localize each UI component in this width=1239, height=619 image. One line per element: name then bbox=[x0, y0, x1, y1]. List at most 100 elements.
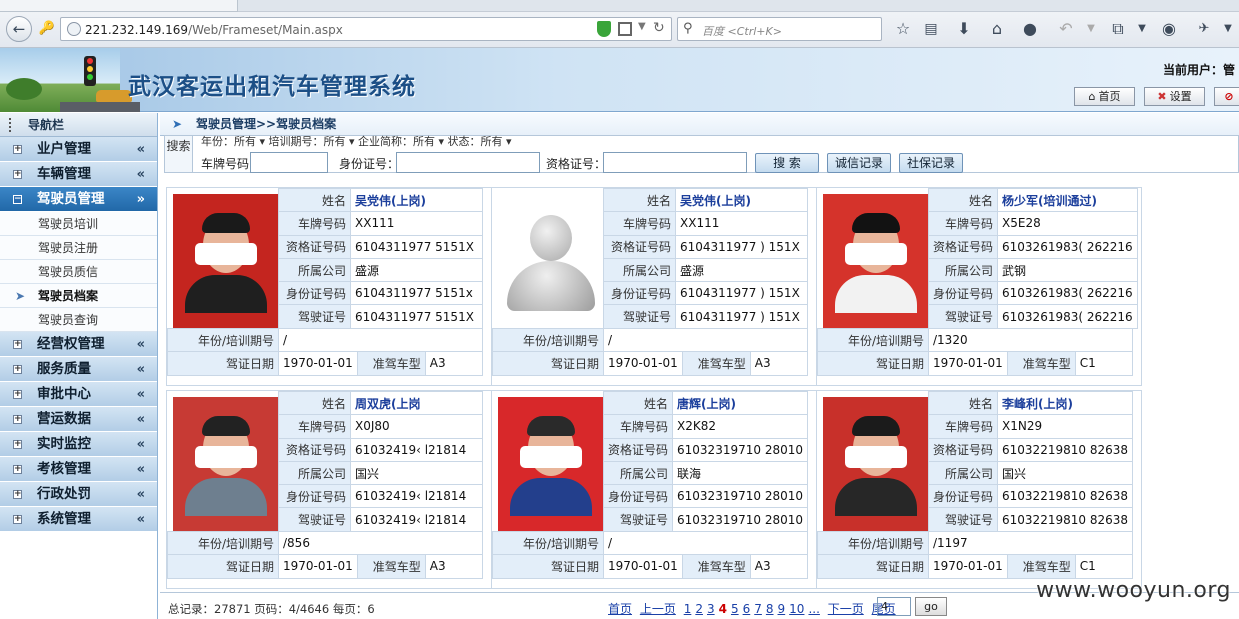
home-button-label: 首页 bbox=[1098, 90, 1121, 103]
page-link[interactable]: 7 bbox=[754, 602, 762, 616]
qr-icon[interactable] bbox=[618, 22, 632, 36]
reading-list-icon[interactable]: ▤ bbox=[920, 18, 942, 40]
next-page-link[interactable]: 下一页 bbox=[828, 602, 864, 616]
menu-driver-management[interactable]: − 驾驶员管理 » bbox=[0, 187, 157, 212]
crop-icon[interactable]: ⧉ bbox=[1107, 18, 1129, 40]
menu-operation-data[interactable]: + 营运数据 « bbox=[0, 407, 157, 432]
driver-extra-table: 年份/培训期号 / 驾证日期 1970-01-01 准驾车型 A3 bbox=[492, 327, 809, 376]
page-link[interactable]: 9 bbox=[778, 602, 786, 616]
chat-icon[interactable]: ● bbox=[1019, 18, 1041, 40]
driver-info-table: 姓名 唐辉(上岗) 车牌号码 X2K82 资格证号码 61032319710 28010 所… bbox=[602, 390, 808, 532]
chevron-left-icon: « bbox=[136, 167, 145, 182]
menu-realtime-monitoring[interactable]: + 实时监控 « bbox=[0, 432, 157, 457]
page-link[interactable]: 6 bbox=[743, 602, 751, 616]
url-text: 221.232.149.169/Web/Frameset/Main.aspx bbox=[85, 23, 343, 37]
page-link[interactable]: 5 bbox=[731, 602, 739, 616]
arrow-right-icon: ➤ bbox=[172, 117, 183, 131]
field-label: 所属公司 bbox=[602, 460, 674, 486]
undo-icon[interactable]: ↶ bbox=[1055, 18, 1077, 40]
home-button[interactable]: ⌂ 首页 bbox=[1074, 87, 1135, 106]
menu-approval-center[interactable]: + 审批中心 « bbox=[0, 382, 157, 407]
page-link[interactable]: 1 bbox=[684, 602, 692, 616]
social-insurance-button[interactable]: 社保记录 bbox=[899, 153, 963, 173]
settings-button[interactable]: ✖ 设置 bbox=[1144, 87, 1205, 106]
menu-owner-management[interactable]: + 业户管理 « bbox=[0, 137, 157, 162]
extension-dropdown-icon[interactable]: ▼ bbox=[1217, 18, 1239, 40]
field-value-license: 6104311977 5151X bbox=[350, 304, 483, 329]
logout-button[interactable]: ⊘ bbox=[1214, 87, 1239, 106]
submenu-driver-query[interactable]: 驾驶员查询 bbox=[0, 308, 157, 332]
search-button[interactable]: 搜 索 bbox=[755, 153, 819, 173]
address-bar[interactable]: 221.232.149.169/Web/Frameset/Main.aspx ▼… bbox=[60, 17, 672, 41]
undo-dropdown-icon[interactable]: ▼ bbox=[1080, 18, 1102, 40]
first-page-link[interactable]: 首页 bbox=[608, 602, 632, 616]
extension-icon[interactable]: ✈ bbox=[1193, 18, 1215, 40]
menu-franchise-management[interactable]: + 经营权管理 « bbox=[0, 332, 157, 357]
field-value-id: 61032219810 82638 bbox=[997, 484, 1133, 509]
credit-record-button[interactable]: 诚信记录 bbox=[827, 153, 891, 173]
id-input[interactable] bbox=[396, 152, 540, 173]
browser-tab[interactable] bbox=[0, 0, 238, 12]
field-value-license: 6103261983( 262216 bbox=[997, 304, 1138, 329]
field-value-vehicle-type: A3 bbox=[424, 554, 484, 579]
filter-row-clipped[interactable]: 年份：所有 ▾ 培训期号：所有 ▾ 企业简称：所有 ▾ 状态：所有 ▾ bbox=[201, 133, 512, 149]
field-label: 年份/培训期号 bbox=[167, 530, 279, 556]
field-label: 资格证号码 bbox=[603, 234, 676, 259]
field-value-year: / bbox=[603, 530, 808, 556]
field-label: 驾证日期 bbox=[817, 351, 929, 376]
cert-input[interactable] bbox=[603, 152, 747, 173]
page-jump-input[interactable]: 4 bbox=[877, 597, 911, 616]
submenu-driver-credit[interactable]: 驾驶员质信 bbox=[0, 260, 157, 284]
menu-vehicle-management[interactable]: + 车辆管理 « bbox=[0, 162, 157, 187]
submenu-driver-training[interactable]: 驾驶员培训 bbox=[0, 212, 157, 236]
key-icon[interactable]: 🔑 bbox=[36, 18, 58, 40]
breadcrumb-text: 驾驶员管理>>驾驶员档案 bbox=[196, 117, 337, 131]
home-browser-icon[interactable]: ⌂ bbox=[986, 18, 1008, 40]
field-label: 驾证日期 bbox=[167, 351, 279, 376]
menu-assessment-management[interactable]: + 考核管理 « bbox=[0, 457, 157, 482]
arrow-right-icon: ➤ bbox=[15, 289, 26, 303]
menu-system-management[interactable]: + 系统管理 « bbox=[0, 507, 157, 532]
refresh-icon[interactable]: ↻ bbox=[653, 20, 665, 36]
url-path: /Web/Frameset/Main.aspx bbox=[188, 23, 343, 37]
plate-input[interactable] bbox=[250, 152, 328, 173]
menu-administrative-penalty[interactable]: + 行政处罚 « bbox=[0, 482, 157, 507]
page-link[interactable]: 10 bbox=[789, 602, 804, 616]
comment-icon[interactable]: ◉ bbox=[1158, 18, 1180, 40]
page-link[interactable]: 2 bbox=[695, 602, 703, 616]
bookmark-star-icon[interactable]: ☆ bbox=[892, 18, 914, 40]
submenu-driver-registration[interactable]: 驾驶员注册 bbox=[0, 236, 157, 260]
field-value-name: 吴党伟(上岗) bbox=[350, 187, 483, 213]
field-value-license: 61032419‹ l21814 bbox=[350, 507, 483, 532]
field-value-plate: XX111 bbox=[350, 211, 483, 236]
menu-label: 经营权管理 bbox=[37, 336, 105, 352]
watermark: www.wooyun.org bbox=[1036, 578, 1231, 603]
driver-info-table: 姓名 吴党伟(上岗) 车牌号码 XX111 资格证号码 6104311977 ) 151X… bbox=[603, 187, 808, 329]
field-value-id: 6103261983( 262216 bbox=[997, 281, 1138, 306]
search-placeholder: 百度 <Ctrl+K> bbox=[702, 25, 782, 38]
page-link[interactable]: ... bbox=[808, 602, 819, 616]
crop-dropdown-icon[interactable]: ▼ bbox=[1131, 18, 1153, 40]
dropdown-arrow-icon[interactable]: ▼ bbox=[638, 21, 646, 32]
driver-card: 姓名 唐辉(上岗) 车牌号码 X2K82 资格证号码 61032319710 28010 所… bbox=[491, 390, 817, 589]
field-value-company: 国兴 bbox=[997, 460, 1133, 486]
page-link[interactable]: 4 bbox=[719, 602, 727, 616]
menu-service-quality[interactable]: + 服务质量 « bbox=[0, 357, 157, 382]
menu-label: 车辆管理 bbox=[37, 166, 91, 182]
field-label: 准驾车型 bbox=[1006, 351, 1076, 376]
sidebar-header: 导航栏 bbox=[0, 113, 157, 137]
field-value-cert: 61032419‹ l21814 bbox=[350, 437, 483, 462]
browser-search-input[interactable]: ⚲ 百度 <Ctrl+K> bbox=[677, 17, 882, 41]
download-icon[interactable]: ⬇ bbox=[953, 18, 975, 40]
expand-icon: + bbox=[13, 489, 22, 499]
page-link[interactable]: 8 bbox=[766, 602, 774, 616]
prev-page-link[interactable]: 上一页 bbox=[640, 602, 676, 616]
shield-icon[interactable] bbox=[597, 21, 611, 37]
submenu-driver-archive[interactable]: ➤ 驾驶员档案 bbox=[0, 284, 157, 308]
driver-card: 姓名 吴党伟(上岗) 车牌号码 XX111 资格证号码 6104311977 5151X 所… bbox=[166, 187, 492, 386]
face-redaction bbox=[844, 445, 907, 468]
page-link[interactable]: 3 bbox=[707, 602, 715, 616]
back-button[interactable]: ← bbox=[6, 16, 32, 42]
go-button[interactable]: go bbox=[915, 597, 947, 616]
driver-info-table: 姓名 吴党伟(上岗) 车牌号码 XX111 资格证号码 6104311977 5151X 所… bbox=[278, 187, 483, 329]
